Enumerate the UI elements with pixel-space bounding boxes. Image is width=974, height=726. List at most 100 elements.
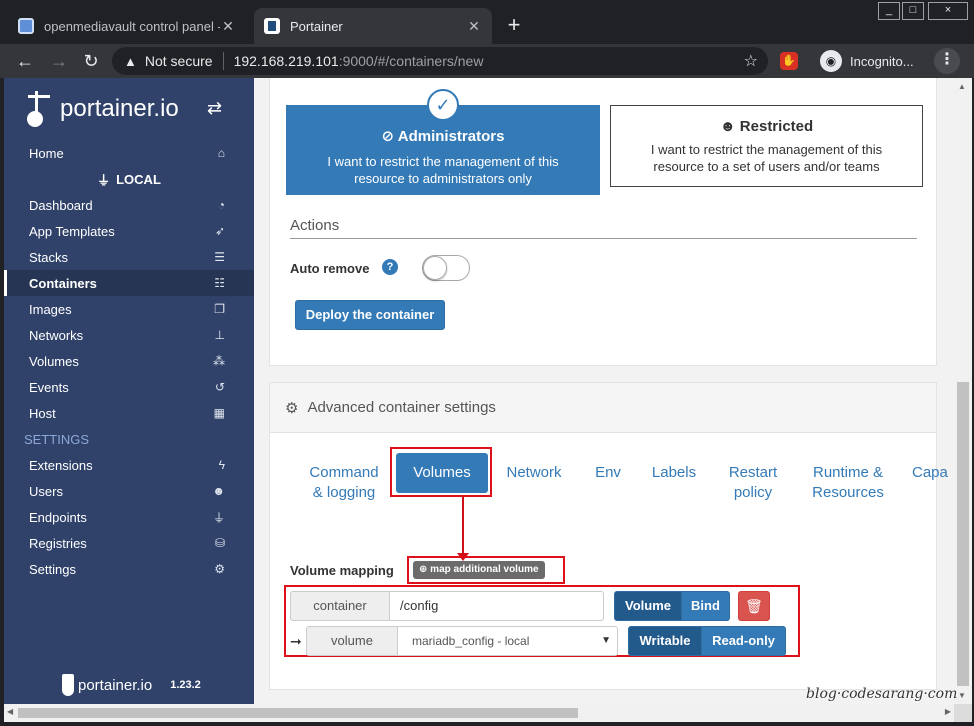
maximize-button[interactable]: □ — [902, 2, 924, 20]
writable-button[interactable]: Writable — [628, 626, 702, 656]
browser-tab-portainer[interactable]: Portainer ✕ — [254, 8, 492, 44]
version-label: 1.23.2 — [170, 679, 201, 691]
tab-title: openmediavault control panel - l — [44, 18, 220, 34]
scroll-right-icon[interactable]: ▶ — [945, 707, 951, 716]
sidebar-item-app-templates[interactable]: App Templates ➶ — [4, 218, 254, 244]
reload-icon[interactable]: ↻ — [78, 48, 104, 74]
access-option-restricted[interactable]: ☻ Restricted I want to restrict the mana… — [610, 105, 923, 187]
container-addon: container — [290, 591, 390, 621]
sidebar-toggle-icon[interactable]: ⇄ — [207, 98, 222, 119]
incognito-profile-button[interactable]: ◉ Incognito... — [820, 49, 914, 73]
scrollbar-corner — [954, 704, 972, 722]
browser-titlebar: openmediavault control panel - l ✕ Porta… — [0, 0, 974, 44]
eye-slash-icon: ⊘ — [381, 128, 395, 145]
watermark: blog·codesarang·com — [806, 686, 958, 702]
caret-down-icon: ▼ — [601, 635, 611, 646]
annotation-arrow — [462, 495, 464, 555]
sidebar-item-registries[interactable]: Registries ⛁ — [4, 530, 254, 556]
sidebar-item-volumes[interactable]: Volumes ⁂ — [4, 348, 254, 374]
bolt-icon: ϟ — [218, 458, 225, 472]
browser-tab-omv[interactable]: openmediavault control panel - l ✕ — [8, 8, 246, 44]
sidebar-item-label: Users — [29, 483, 63, 499]
omv-favicon-icon — [18, 18, 34, 34]
trash-icon[interactable]: 🗑 — [738, 591, 770, 621]
auto-remove-toggle[interactable] — [422, 255, 470, 281]
tab-command-logging[interactable]: Command & logging — [304, 463, 384, 503]
incognito-label: Incognito... — [850, 53, 914, 69]
database-icon: ⛁ — [214, 536, 225, 550]
scroll-left-icon[interactable]: ◀ — [7, 707, 13, 716]
portainer-favicon-icon — [264, 18, 280, 34]
minimize-button[interactable]: _ — [878, 2, 900, 20]
sidebar-item-events[interactable]: Events ↺ — [4, 374, 254, 400]
sidebar-footer: portainer.io 1.23.2 — [62, 674, 201, 696]
cogs-icon: ⚙ — [214, 562, 225, 576]
close-icon[interactable]: ✕ — [466, 18, 482, 35]
question-circle-icon[interactable]: ? — [382, 259, 398, 275]
cubes-icon: ⁂ — [213, 354, 225, 368]
browser-toolbar: ← → ↻ ▲ Not secure 192.168.219.101:9000/… — [0, 44, 974, 78]
tab-labels[interactable]: Labels — [648, 463, 700, 483]
sidebar-item-endpoints[interactable]: Endpoints ⏚ — [4, 504, 254, 530]
scroll-down-icon[interactable]: ▼ — [958, 691, 966, 700]
warning-triangle-icon: ▲ — [124, 53, 137, 69]
sidebar-item-label: Home — [29, 145, 64, 161]
sidebar-item-home[interactable]: Home ⌂ — [4, 140, 254, 166]
volume-addon: volume — [306, 626, 398, 656]
auto-remove-label: Auto remove — [290, 261, 370, 276]
sidebar: portainer.io ⇄ Home ⌂ ⏚ LOCAL Dashboard … — [4, 78, 254, 704]
read-only-button[interactable]: Read-only — [702, 626, 786, 656]
sidebar-item-stacks[interactable]: Stacks ☰ — [4, 244, 254, 270]
sidebar-item-host[interactable]: Host ▦ — [4, 400, 254, 426]
horizontal-scrollbar[interactable]: ◀ ▶ — [4, 704, 954, 722]
bind-type-button[interactable]: Bind — [682, 591, 730, 621]
deploy-container-button[interactable]: Deploy the container — [295, 300, 445, 330]
volume-type-button[interactable]: Volume — [614, 591, 682, 621]
new-tab-button[interactable]: + — [500, 12, 528, 40]
extension-stop-icon[interactable]: ✋ — [780, 52, 798, 70]
access-option-administrators[interactable]: ✓ ⊘ Administrators I want to restrict th… — [286, 89, 600, 195]
advanced-settings-panel: ⚙ Advanced container settings Command & … — [269, 382, 948, 690]
volume-select[interactable]: mariadb_config - local ▼ — [398, 626, 618, 656]
tab-restart-policy[interactable]: Restart policy — [722, 463, 784, 503]
close-icon[interactable]: ✕ — [220, 18, 236, 35]
tab-network[interactable]: Network — [502, 463, 566, 483]
vertical-scrollbar[interactable]: ▲ ▼ — [954, 78, 972, 704]
settings-heading: SETTINGS — [24, 432, 90, 447]
sidebar-item-label: Stacks — [29, 249, 69, 265]
portainer-logo[interactable]: portainer.io — [26, 84, 179, 134]
sidebar-item-extensions[interactable]: Extensions ϟ — [4, 452, 254, 478]
gear-icon: ⚙ — [285, 399, 299, 417]
scrollbar-thumb[interactable] — [957, 382, 969, 686]
address-bar[interactable]: ▲ Not secure 192.168.219.101:9000/#/cont… — [112, 47, 768, 75]
sidebar-item-networks[interactable]: Networks ⊥ — [4, 322, 254, 348]
logo-text: portainer.io — [60, 95, 179, 122]
crane-logo-icon — [26, 87, 56, 131]
tab-capabilities[interactable]: Capa — [912, 463, 952, 483]
tab-env[interactable]: Env — [590, 463, 626, 483]
volume-source-row: ➞ volume mariadb_config - local ▼ Writab… — [290, 626, 786, 656]
sidebar-item-dashboard[interactable]: Dashboard ◔ — [4, 192, 254, 218]
dashboard-icon: ◔ — [217, 198, 225, 212]
browser-menu-icon[interactable]: ⋮ — [934, 48, 960, 74]
container-path-input[interactable]: /config — [390, 591, 604, 621]
users-icon: ☻ — [212, 484, 225, 498]
sidebar-item-settings[interactable]: Settings ⚙ — [4, 556, 254, 582]
scrollbar-thumb[interactable] — [18, 708, 578, 718]
back-arrow-icon[interactable]: ← — [12, 48, 38, 74]
sidebar-item-containers[interactable]: Containers ☷ — [4, 270, 254, 296]
tab-runtime-resources[interactable]: Runtime & Resources — [808, 463, 888, 503]
sidebar-item-label: Registries — [29, 535, 87, 551]
forward-arrow-icon[interactable]: → — [46, 48, 72, 74]
sidebar-item-images[interactable]: Images ❐ — [4, 296, 254, 322]
long-arrow-right-icon: ➞ — [290, 632, 302, 649]
window-close-button[interactable]: × — [928, 2, 968, 20]
history-icon: ↺ — [214, 380, 225, 394]
sidebar-item-users[interactable]: Users ☻ — [4, 478, 254, 504]
scroll-up-icon[interactable]: ▲ — [958, 82, 966, 91]
security-label: Not secure — [144, 53, 213, 69]
volume-mapping-label: Volume mapping — [290, 563, 394, 578]
footer-logo-text: portainer.io — [78, 676, 153, 694]
bookmark-star-icon[interactable]: ☆ — [744, 51, 758, 71]
plug-icon: ⏚ — [212, 510, 225, 525]
